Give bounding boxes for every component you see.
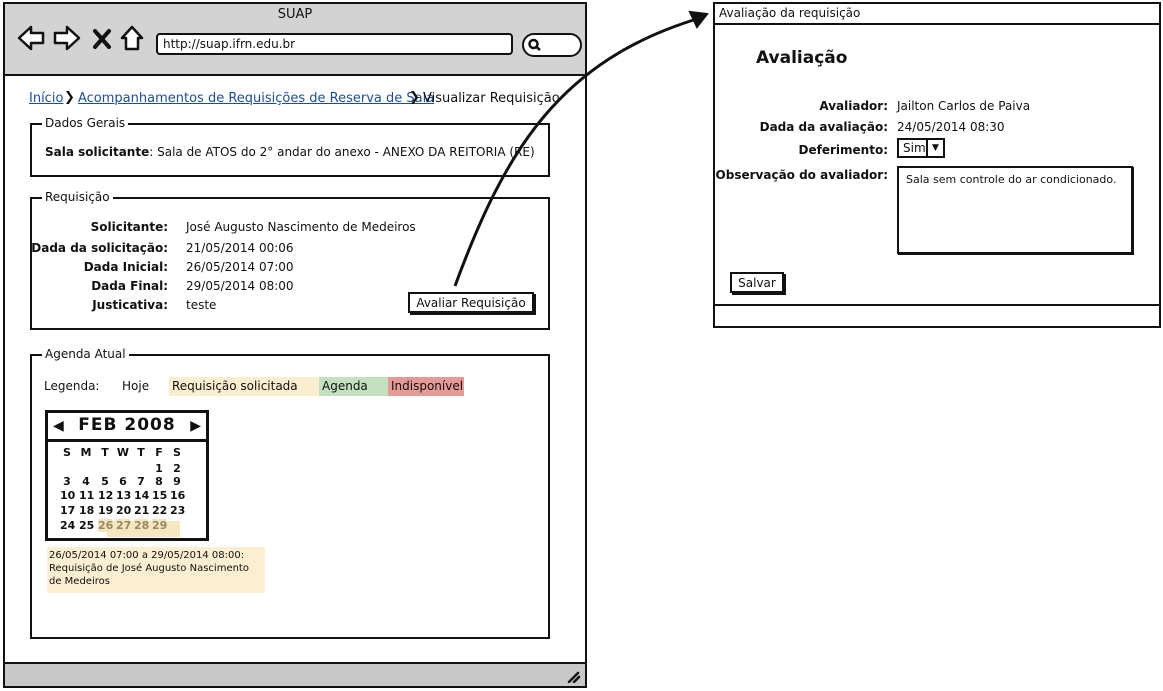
calendar-day[interactable]: 17: [60, 504, 75, 517]
requisicao-section: Requisição Solicitante: José Augusto Nas…: [30, 189, 550, 330]
legenda-label: Legenda:: [44, 379, 100, 393]
calendar-day[interactable]: 20: [116, 504, 131, 517]
breadcrumb-acompanhamentos[interactable]: Acompanhamentos de Requisições de Reserv…: [78, 91, 434, 106]
solicitante-value: José Augusto Nascimento de Medeiros: [186, 220, 416, 234]
calendar-day[interactable]: 2: [170, 462, 184, 475]
url-field[interactable]: http://suap.ifrn.edu.br: [156, 33, 513, 55]
browser-toolbar: SUAP http://suap.ifrn.edu.br: [5, 4, 585, 76]
avaliar-requisicao-button[interactable]: Avaliar Requisição: [408, 292, 534, 313]
calendar-day[interactable]: 21: [134, 504, 149, 517]
search-icon: [528, 38, 541, 51]
legend-agenda: Agenda: [319, 377, 388, 396]
data-solicitacao-label: Dada da solicitação:: [31, 241, 168, 255]
dialog-heading: Avaliação: [756, 48, 848, 68]
calendar: ◀ FEB 2008 ▶ S M T W T F S 1 2 3 4 5 6 7 8 9 10 11 12 13 14 1…: [45, 410, 209, 541]
calendar-day[interactable]: 3: [60, 475, 74, 488]
calendar-day[interactable]: 15: [152, 489, 167, 502]
deferimento-selected-value: Sim: [903, 141, 926, 155]
calendar-day[interactable]: 27: [116, 519, 131, 532]
calendar-day[interactable]: 7: [134, 475, 148, 488]
browser-search-field[interactable]: [522, 33, 582, 57]
dados-gerais-section: Dados Gerais Sala solicitante: Sala de A…: [30, 115, 550, 177]
salvar-button[interactable]: Salvar: [730, 272, 784, 293]
calendar-day[interactable]: 18: [79, 504, 94, 517]
legend-indisponivel: Indisponível: [388, 377, 464, 396]
breadcrumb-inicio[interactable]: Início: [29, 91, 63, 106]
deferimento-select[interactable]: Sim ▼: [897, 138, 945, 158]
data-inicial-label: Dada Inicial:: [83, 260, 168, 274]
sala-value: : Sala de ATOS do 2° andar do anexo - AN…: [149, 145, 535, 159]
back-icon[interactable]: [16, 24, 46, 52]
legend-requisicao-solicitada: Requisição solicitada: [169, 377, 319, 396]
calendar-day[interactable]: 14: [134, 489, 149, 502]
calendar-day[interactable]: 1: [152, 462, 166, 475]
dialog-title: Avaliação da requisição: [715, 4, 1159, 25]
home-icon[interactable]: [119, 24, 145, 52]
breadcrumb-acompanhamentos-link[interactable]: Acompanhamentos de Requisições de Reserv…: [78, 91, 434, 106]
calendar-day[interactable]: 4: [79, 475, 93, 488]
next-month-icon[interactable]: ▶: [190, 418, 201, 434]
chevron-right-icon: ❯: [409, 90, 420, 105]
breadcrumb-inicio-link[interactable]: Início: [29, 91, 63, 106]
calendar-day[interactable]: 13: [116, 489, 131, 502]
section-title: Dados Gerais: [42, 115, 129, 131]
calendar-day[interactable]: 10: [60, 489, 75, 502]
breadcrumb-current: Visualizar Requisição: [423, 91, 560, 106]
calendar-day[interactable]: 24: [60, 519, 75, 532]
observacao-label: Observação do avaliador:: [715, 168, 888, 182]
chevron-down-icon[interactable]: ▼: [926, 140, 943, 156]
calendar-day[interactable]: 12: [98, 489, 113, 502]
calendar-day[interactable]: 25: [79, 519, 94, 532]
data-inicial-value: 26/05/2014 07:00: [186, 260, 294, 274]
justificativa-value: teste: [186, 298, 217, 312]
avaliacao-dialog: Avaliação da requisição Avaliação Avalia…: [713, 2, 1161, 328]
calendar-weekday: S: [63, 446, 71, 459]
calendar-weekday: M: [80, 446, 92, 459]
forward-icon[interactable]: [52, 24, 82, 52]
browser-status-bar: [5, 662, 585, 686]
data-final-label: Dada Final:: [91, 279, 168, 293]
data-solicitacao-value: 21/05/2014 00:06: [186, 241, 294, 255]
section-title: Requisição: [42, 189, 113, 205]
calendar-weekday: W: [116, 446, 130, 459]
resize-handle-icon[interactable]: [565, 669, 581, 683]
calendar-weekday: T: [101, 446, 109, 459]
legend-hoje: Hoje: [122, 379, 150, 393]
calendar-day[interactable]: 8: [152, 475, 166, 488]
calendar-day[interactable]: 9: [170, 475, 184, 488]
stop-icon[interactable]: [91, 27, 113, 51]
calendar-header: ◀ FEB 2008 ▶: [48, 413, 206, 442]
calendar-day[interactable]: 5: [98, 475, 112, 488]
data-avaliacao-value: 24/05/2014 08:30: [897, 120, 1005, 134]
data-final-value: 29/05/2014 08:00: [186, 279, 294, 293]
calendar-day[interactable]: 23: [170, 504, 185, 517]
sala-row: Sala solicitante: Sala de ATOS do 2° and…: [45, 145, 535, 159]
dialog-footer: [715, 304, 1159, 326]
justificativa-label: Justicativa:: [92, 298, 168, 312]
calendar-day[interactable]: 11: [79, 489, 94, 502]
calendar-day[interactable]: 6: [116, 475, 130, 488]
avaliador-label: Avaliador:: [819, 99, 888, 113]
avaliador-value: Jailton Carlos de Paiva: [897, 99, 1031, 113]
chevron-right-icon: ❯: [64, 90, 75, 105]
browser-window: SUAP http://suap.ifrn.edu.br Início ❯ Ac…: [3, 2, 587, 688]
calendar-day[interactable]: 22: [152, 504, 167, 517]
observacao-textarea[interactable]: Sala sem controle do ar condicionado.: [897, 166, 1133, 254]
calendar-weekday: T: [137, 446, 145, 459]
section-title: Agenda Atual: [42, 346, 129, 362]
calendar-weekday: F: [155, 446, 163, 459]
calendar-event[interactable]: 26/05/2014 07:00 a 29/05/2014 08:00: Req…: [47, 547, 265, 593]
calendar-day[interactable]: 16: [170, 489, 185, 502]
calendar-day[interactable]: 29: [152, 519, 167, 532]
calendar-month: FEB 2008: [78, 415, 176, 435]
calendar-weekday: S: [173, 446, 181, 459]
solicitante-label: Solicitante:: [90, 220, 168, 234]
calendar-day[interactable]: 19: [98, 504, 113, 517]
sala-label: Sala solicitante: [45, 145, 150, 159]
calendar-day[interactable]: 28: [134, 519, 149, 532]
data-avaliacao-label: Dada da avaliação:: [759, 120, 888, 134]
browser-title: SUAP: [277, 7, 313, 22]
deferimento-label: Deferimento:: [798, 143, 888, 157]
calendar-day[interactable]: 26: [98, 519, 113, 532]
